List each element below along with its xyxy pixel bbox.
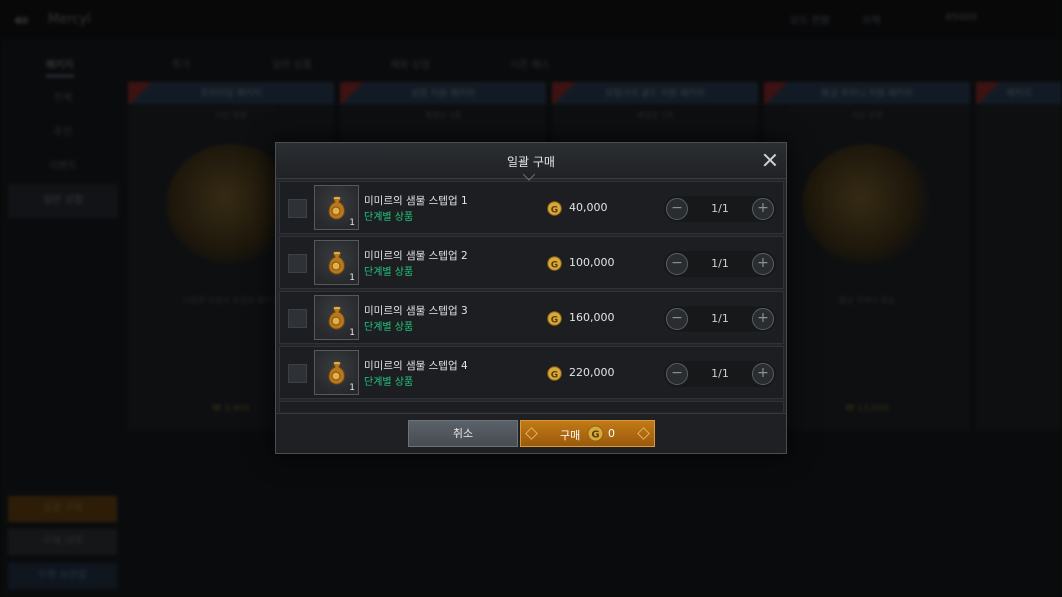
potion-bag-icon xyxy=(328,361,345,385)
decrease-button[interactable]: − xyxy=(666,308,688,330)
buy-total: 0 xyxy=(608,427,615,440)
item-quantity: 1 xyxy=(349,273,355,283)
list-item: 1 미미르의 샘물 스텝업 2 단계별 상품 G 100,000 − 1/1 + xyxy=(279,236,784,289)
svg-text:G: G xyxy=(551,260,558,270)
svg-text:G: G xyxy=(591,430,599,441)
quantity-value: 1/1 xyxy=(711,257,729,270)
dialog-header: 일괄 구매 xyxy=(276,143,786,181)
item-price: 100,000 xyxy=(569,256,615,269)
potion-bag-icon xyxy=(328,196,345,220)
decrease-button[interactable]: − xyxy=(666,198,688,220)
item-slot[interactable]: 1 xyxy=(314,295,359,340)
list-item: 1 미미르의 샘물 스텝업 1 단계별 상품 G 40,000 − 1/1 + xyxy=(279,181,784,234)
cancel-button[interactable]: 취소 xyxy=(408,420,518,447)
potion-bag-icon xyxy=(328,251,345,275)
item-list[interactable]: 1 미미르의 샘물 스텝업 1 단계별 상품 G 40,000 − 1/1 + … xyxy=(279,181,784,412)
svg-text:G: G xyxy=(551,205,558,215)
item-slot[interactable]: 1 xyxy=(314,185,359,230)
item-slot[interactable]: 1 xyxy=(314,240,359,285)
quantity-value: 1/1 xyxy=(711,312,729,325)
potion-bag-icon xyxy=(328,306,345,330)
item-quantity: 1 xyxy=(349,218,355,228)
bulk-purchase-dialog: 일괄 구매 1 미미르의 샘물 스텝업 1 단계별 상품 G 40,000 − … xyxy=(275,142,787,454)
item-price: 40,000 xyxy=(569,201,608,214)
item-checkbox[interactable] xyxy=(288,199,307,218)
item-quantity: 1 xyxy=(349,383,355,393)
svg-text:G: G xyxy=(551,315,558,325)
gold-coin-icon: G xyxy=(547,366,562,381)
item-checkbox[interactable] xyxy=(288,364,307,383)
gold-coin-icon: G xyxy=(547,311,562,326)
item-tag: 단계별 상품 xyxy=(364,212,414,223)
quantity-stepper: − 1/1 + xyxy=(664,306,776,332)
item-name: 미미르의 샘물 스텝업 2 xyxy=(364,250,468,262)
buy-button[interactable]: 구매 G 0 xyxy=(520,420,655,447)
list-item xyxy=(279,401,784,412)
decrease-button[interactable]: − xyxy=(666,253,688,275)
item-tag: 단계별 상품 xyxy=(364,267,414,278)
item-name: 미미르의 샘물 스텝업 4 xyxy=(364,360,468,372)
item-name: 미미르의 샘물 스텝업 3 xyxy=(364,305,468,317)
diamond-ornament-icon xyxy=(525,427,538,440)
increase-button[interactable]: + xyxy=(752,308,774,330)
dialog-title: 일괄 구매 xyxy=(507,155,555,169)
item-price: 220,000 xyxy=(569,366,615,379)
buy-label: 구매 xyxy=(560,429,581,442)
dialog-footer: 취소 구매 G 0 xyxy=(276,413,786,453)
diamond-ornament-icon xyxy=(637,427,650,440)
item-tag: 단계별 상품 xyxy=(364,377,414,388)
item-checkbox[interactable] xyxy=(288,254,307,273)
increase-button[interactable]: + xyxy=(752,253,774,275)
list-item: 1 미미르의 샘물 스텝업 3 단계별 상품 G 160,000 − 1/1 + xyxy=(279,291,784,344)
quantity-stepper: − 1/1 + xyxy=(664,251,776,277)
gold-coin-icon: G xyxy=(547,256,562,271)
quantity-value: 1/1 xyxy=(711,367,729,380)
increase-button[interactable]: + xyxy=(752,198,774,220)
increase-button[interactable]: + xyxy=(752,363,774,385)
quantity-stepper: − 1/1 + xyxy=(664,196,776,222)
quantity-stepper: − 1/1 + xyxy=(664,361,776,387)
item-tag: 단계별 상품 xyxy=(364,322,414,333)
item-quantity: 1 xyxy=(349,328,355,338)
item-checkbox[interactable] xyxy=(288,309,307,328)
list-item: 1 미미르의 샘물 스텝업 4 단계별 상품 G 220,000 − 1/1 + xyxy=(279,346,784,399)
svg-text:G: G xyxy=(551,370,558,380)
gold-coin-icon: G xyxy=(587,425,604,442)
item-slot[interactable]: 1 xyxy=(314,350,359,395)
item-price: 160,000 xyxy=(569,311,615,324)
decrease-button[interactable]: − xyxy=(666,363,688,385)
gold-coin-icon: G xyxy=(547,201,562,216)
item-name: 미미르의 샘물 스텝업 1 xyxy=(364,195,468,207)
quantity-value: 1/1 xyxy=(711,202,729,215)
close-button[interactable] xyxy=(760,150,780,170)
